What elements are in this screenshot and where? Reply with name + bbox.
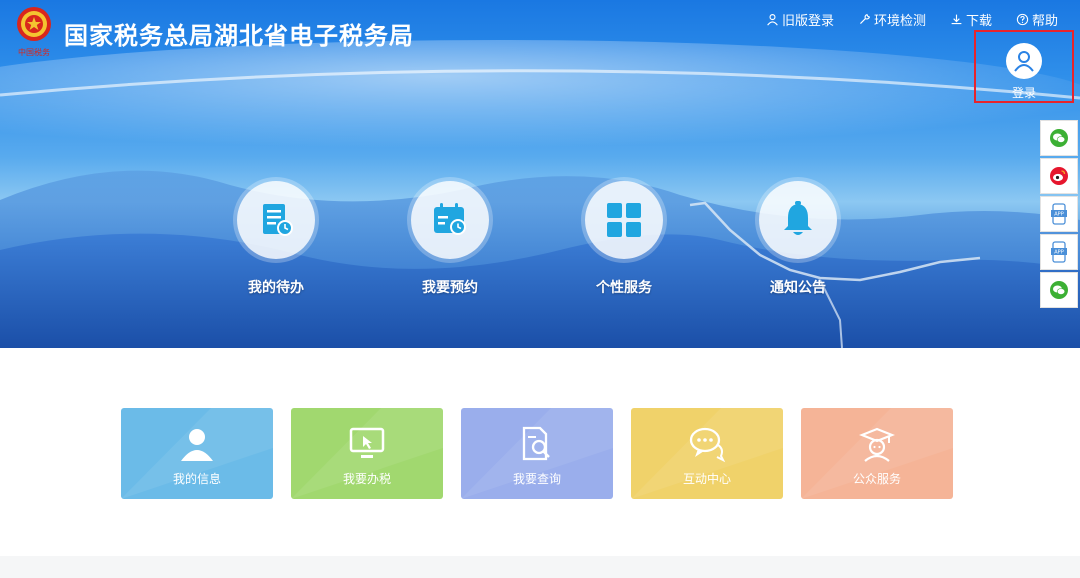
site-title: 国家税务总局湖北省电子税务局 (64, 22, 414, 50)
app-icon: APP (1051, 241, 1067, 263)
bell-icon (784, 201, 812, 235)
download-icon (951, 14, 962, 25)
old-version-login-label: 旧版登录 (781, 14, 834, 29)
tax-emblem-logo: 中国税务 (17, 7, 51, 57)
environment-check-label: 环境检测 (873, 14, 926, 29)
app-download-button[interactable]: APP (1040, 196, 1078, 232)
app-download-button-2[interactable]: APP (1040, 234, 1078, 270)
chat-icon (689, 427, 726, 463)
scholar-icon (859, 427, 895, 462)
tile-my-info-label: 我的信息 (172, 472, 221, 486)
tile-public-service-label: 公众服务 (852, 472, 901, 486)
question-circle-icon (1016, 13, 1029, 26)
search-doc-icon (522, 426, 550, 461)
calendar-icon (434, 203, 466, 235)
todo-icon (263, 204, 293, 236)
download-link[interactable]: 下载 (950, 10, 992, 29)
my-todo-button[interactable]: 我的待办 (236, 181, 316, 297)
tile-file-tax[interactable]: 我要办税 (291, 408, 443, 499)
svg-text:APP: APP (1054, 212, 1063, 218)
bell-icon-circle (759, 181, 837, 259)
todo-icon-circle (237, 181, 315, 259)
old-version-login-link[interactable]: 旧版登录 (766, 10, 834, 29)
user-avatar-icon (1014, 51, 1034, 72)
logo-caption: 中国税务 (18, 47, 50, 57)
calendar-icon-circle (411, 181, 489, 259)
monitor-icon (349, 427, 385, 458)
tile-interaction-center-label: 互动中心 (682, 472, 731, 486)
my-todo-label: 我的待办 (248, 280, 304, 296)
great-wall-background (0, 40, 1080, 348)
wechat-icon (1050, 281, 1068, 299)
wechat-button[interactable] (1040, 120, 1078, 156)
appointment-button[interactable]: 我要预约 (410, 181, 490, 297)
help-link[interactable]: 帮助 (1016, 10, 1058, 29)
tile-my-info[interactable]: 我的信息 (121, 408, 273, 499)
tile-interaction-center[interactable]: 互动中心 (631, 408, 783, 499)
top-links: 旧版登录 环境检测 下载 帮助 (766, 10, 1058, 29)
environment-check-link[interactable]: 环境检测 (858, 10, 926, 29)
svg-text:APP: APP (1054, 250, 1063, 256)
download-label: 下载 (965, 14, 992, 29)
tile-query[interactable]: 我要查询 (461, 408, 613, 499)
share-sidebar: APP APP (1040, 120, 1078, 310)
tile-query-label: 我要查询 (512, 472, 561, 486)
app-icon: APP (1051, 203, 1067, 225)
avatar (1006, 43, 1042, 79)
personal-service-label: 个性服务 (596, 280, 652, 296)
wechat-icon (1050, 129, 1068, 147)
notice-label: 通知公告 (770, 280, 826, 296)
login-label: 登录 (1011, 86, 1036, 100)
login-button[interactable]: 登录 (974, 30, 1074, 103)
weibo-button[interactable] (1040, 158, 1078, 194)
appointment-label: 我要预约 (422, 280, 478, 296)
wechat-button-2[interactable] (1040, 272, 1078, 308)
person-icon (181, 429, 213, 461)
grid-icon-circle (585, 181, 663, 259)
weibo-icon (1050, 167, 1068, 185)
user-icon (767, 14, 778, 26)
grid-icon (607, 203, 641, 237)
footer-band (0, 556, 1080, 578)
help-label: 帮助 (1031, 14, 1058, 29)
service-tiles-section: 我的信息 我要办税 我要查询 互动中心 公众服务 (0, 348, 1080, 556)
notice-button[interactable]: 通知公告 (758, 181, 838, 297)
personal-service-button[interactable]: 个性服务 (584, 181, 664, 297)
hero-banner: 中国税务 国家税务总局湖北省电子税务局 旧版登录 环境检测 下载 帮助 登录 A… (0, 0, 1080, 348)
tile-public-service[interactable]: 公众服务 (801, 408, 953, 499)
wrench-icon (859, 13, 871, 24)
tile-file-tax-label: 我要办税 (342, 472, 391, 486)
